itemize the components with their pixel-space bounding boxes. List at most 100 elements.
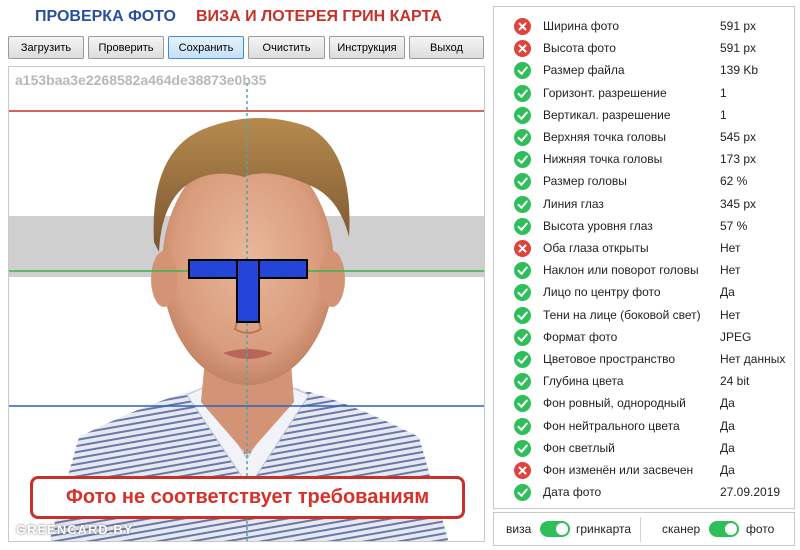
check-label: Линия глаз	[543, 196, 604, 211]
check-label: Цветовое пространство	[543, 352, 676, 366]
check-row: Оба глаза открыты Нет	[494, 237, 794, 259]
check-value: 24 bit	[720, 374, 750, 389]
title-photo-check: ПРОВЕРКА ФОТО	[35, 8, 176, 25]
check-label: Размер головы	[543, 174, 627, 189]
check-label: Тени на лице (боковой свет)	[543, 307, 701, 322]
checkmark-icon	[514, 306, 531, 324]
check-value: Да	[720, 285, 735, 300]
check-label: Высота фото	[543, 41, 616, 56]
check-value: 545 px	[720, 130, 757, 144]
cross-icon	[514, 40, 531, 58]
check-label: Горизонт. разрешение	[543, 85, 667, 100]
load-button[interactable]: Загрузить	[8, 36, 84, 59]
check-row: Фон ровный, однородный Да	[494, 392, 794, 414]
scanner-photo-toggle[interactable]	[709, 521, 739, 537]
cross-icon	[514, 240, 531, 257]
visa-greencard-toggle[interactable]	[540, 521, 570, 537]
check-label: Формат фото	[543, 329, 618, 344]
checkmark-icon	[514, 173, 531, 191]
check-row: Вертикал. разрешение 1	[494, 104, 794, 126]
check-row: Размер файла 139 Kb	[494, 59, 794, 81]
check-row: Фон изменён или засвечен Да	[494, 459, 794, 481]
check-row: Ширина фото 591 px	[494, 15, 794, 37]
check-row: Фон светлый Да	[494, 437, 794, 459]
cross-icon	[514, 18, 531, 35]
checkmark-icon	[514, 151, 531, 169]
check-row: Формат фото JPEG	[494, 326, 794, 348]
check-row: Размер головы 62 %	[494, 170, 794, 192]
photo-hash: a153baa3e2268582a464de38873e0b35	[15, 72, 267, 88]
checkmark-icon	[514, 439, 531, 457]
check-value: 139 Kb	[720, 63, 759, 78]
check-value: Да	[720, 418, 735, 433]
check-label: Наклон или поворот головы	[543, 263, 699, 278]
check-label: Фон изменён или засвечен	[543, 463, 694, 477]
check-value: 57 %	[720, 218, 748, 233]
check-value: 591 px	[720, 41, 757, 56]
instruction-button[interactable]: Инструкция	[329, 36, 405, 59]
check-label: Дата фото	[543, 485, 602, 500]
check-label: Фон ровный, однородный	[543, 396, 686, 411]
check-row: Наклон или поворот головы Нет	[494, 259, 794, 281]
check-row: Лицо по центру фото Да	[494, 281, 794, 303]
check-label: Высота уровня глаз	[543, 218, 653, 233]
check-label: Размер файла	[543, 63, 625, 78]
right-ear	[319, 251, 345, 307]
check-label: Глубина цвета	[543, 374, 624, 389]
photo-area[interactable]: a153baa3e2268582a464de38873e0b35	[8, 66, 485, 542]
check-label: Фон светлый	[543, 440, 615, 455]
check-value: Да	[720, 463, 735, 477]
check-row: Цветовое пространство Нет данных	[494, 348, 794, 370]
check-value: Нет	[720, 263, 741, 278]
check-value: Нет данных	[720, 352, 786, 366]
checkmark-icon	[514, 217, 531, 235]
check-row: Верхняя точка головы 545 px	[494, 126, 794, 148]
greencard-label: гринкарта	[576, 522, 632, 536]
scanner-label: сканер	[662, 522, 701, 536]
check-value: 591 px	[720, 19, 757, 33]
check-button[interactable]: Проверить	[88, 36, 164, 59]
mode-toggles-panel: виза гринкарта сканер фото	[493, 512, 795, 546]
check-label: Лицо по центру фото	[543, 285, 661, 300]
check-value: 27.09.2019	[720, 485, 781, 500]
check-value: 173 px	[720, 152, 757, 167]
check-value: 345 px	[720, 196, 757, 211]
check-row: Дата фото 27.09.2019	[494, 481, 794, 503]
checkmark-icon	[514, 262, 531, 280]
check-label: Ширина фото	[543, 19, 620, 33]
checks-panel: Ширина фото 591 px Высота фото 591 px Размер…	[493, 6, 795, 509]
checkmark-icon	[514, 129, 531, 146]
checkmark-icon	[514, 328, 531, 346]
check-label: Оба глаза открыты	[543, 241, 649, 255]
check-value: 62 %	[720, 174, 748, 189]
toggle-divider	[640, 517, 641, 542]
checkmark-icon	[514, 84, 531, 102]
checkmark-icon	[514, 284, 531, 302]
check-row: Высота фото 591 px	[494, 37, 794, 59]
check-row: Нижняя точка головы 173 px	[494, 148, 794, 170]
check-value: Да	[720, 440, 735, 455]
checkmark-icon	[514, 106, 531, 124]
check-value: Да	[720, 396, 735, 411]
checkmark-icon	[514, 62, 531, 80]
visa-label: виза	[506, 522, 532, 536]
check-label: Фон нейтрального цвета	[543, 418, 680, 433]
toggle-knob	[556, 523, 568, 535]
checkmark-icon	[514, 417, 531, 435]
checkmark-icon	[514, 195, 531, 213]
checkmark-icon	[514, 351, 531, 368]
save-button[interactable]: Сохранить	[168, 36, 244, 59]
checkmark-icon	[514, 373, 531, 391]
check-value: 1	[720, 107, 727, 122]
cross-icon	[514, 462, 531, 479]
title-visa-lottery: ВИЗА И ЛОТЕРЕЯ ГРИН КАРТА	[196, 8, 442, 25]
check-value: Нет	[720, 241, 741, 255]
check-value: 1	[720, 85, 727, 100]
nose-marker-bar	[236, 259, 260, 323]
checkmark-icon	[514, 395, 531, 413]
check-row: Глубина цвета 24 bit	[494, 370, 794, 392]
photo-label: фото	[746, 522, 775, 536]
check-label: Нижняя точка головы	[543, 152, 663, 167]
exit-button[interactable]: Выход	[409, 36, 484, 59]
clear-button[interactable]: Очистить	[248, 36, 325, 59]
